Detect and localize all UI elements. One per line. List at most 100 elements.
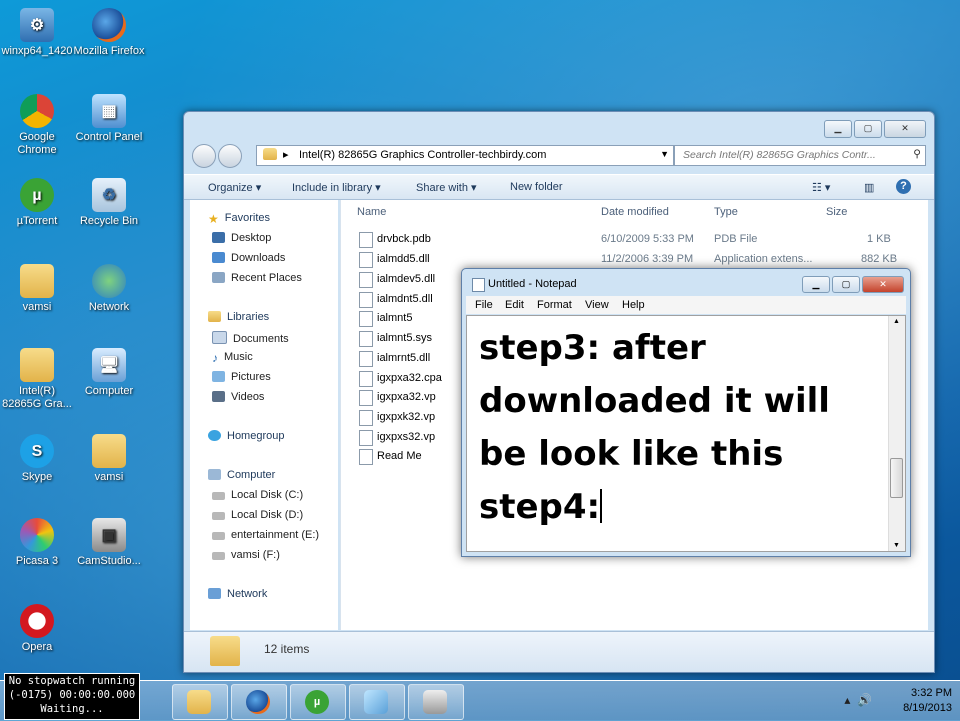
organize-button[interactable]: Organize ▾	[208, 181, 261, 194]
clock[interactable]: 3:32 PM 8/19/2013	[903, 686, 952, 716]
libraries-icon	[208, 311, 221, 322]
sys-file-icon	[359, 331, 373, 347]
scrollbar-thumb[interactable]	[890, 458, 903, 498]
computer-icon	[208, 469, 221, 480]
taskbar-firefox[interactable]	[231, 684, 287, 720]
nav-favorites[interactable]: ★ Favorites	[208, 212, 270, 226]
star-icon: ★	[208, 212, 219, 226]
desktop-icon-camstudio[interactable]: ▣ CamStudio...	[72, 518, 146, 568]
column-type[interactable]: Type	[714, 206, 738, 218]
desktop-icon-winxp64[interactable]: ⚙ winxp64_1420	[0, 8, 74, 58]
desktop-icon-network[interactable]: Network	[72, 264, 146, 314]
desktop-icon-recycle-bin[interactable]: ♻ Recycle Bin	[72, 178, 146, 228]
vertical-scrollbar[interactable]: ▲ ▼	[888, 316, 905, 551]
desktop-icon-vamsi-2[interactable]: vamsi	[72, 434, 146, 484]
scroll-down-icon[interactable]: ▼	[893, 542, 900, 549]
taskbar-camstudio[interactable]	[408, 684, 464, 720]
file-icon	[359, 371, 373, 387]
desktop-icon-control-panel[interactable]: ▦ Control Panel	[72, 94, 146, 144]
nav-entertainment-e[interactable]: entertainment (E:)	[212, 529, 319, 541]
nav-libraries[interactable]: Libraries	[208, 311, 269, 323]
nav-computer[interactable]: Computer	[208, 469, 275, 481]
maximize-button[interactable]: ▢	[854, 120, 882, 138]
file-icon	[359, 232, 373, 248]
desktop-icon-intel-folder[interactable]: Intel(R) 82865G Gra...	[0, 348, 74, 411]
file-row[interactable]: ialmdd5.dll 11/2/2006 3:39 PM Application …	[359, 251, 919, 269]
nav-local-disk-c[interactable]: Local Disk (C:)	[212, 489, 303, 501]
notepad-text-area[interactable]: step3: after downloaded it will be look …	[466, 315, 906, 552]
setup-icon: ⚙	[20, 8, 54, 42]
nav-vamsi-f[interactable]: vamsi (F:)	[212, 549, 280, 561]
help-icon[interactable]: ?	[896, 179, 911, 194]
folder-icon	[187, 690, 211, 714]
notepad-icon	[472, 278, 485, 292]
scroll-up-icon[interactable]: ▲	[893, 318, 900, 325]
chevron-down-icon[interactable]: ▼	[660, 149, 669, 159]
notepad-window[interactable]: Untitled - Notepad ▁ ▢ ✕ File Edit Forma…	[461, 268, 911, 557]
desktop-icon-vamsi[interactable]: vamsi	[0, 264, 74, 314]
nav-documents[interactable]: Documents	[212, 331, 289, 345]
system-tray-icons[interactable]: ▴ 🔊	[844, 693, 872, 707]
taskbar-notepad[interactable]	[349, 684, 405, 720]
nav-network[interactable]: Network	[208, 588, 267, 600]
nav-homegroup[interactable]: Homegroup	[208, 430, 284, 442]
menu-help[interactable]: Help	[622, 299, 645, 311]
text-caret	[600, 489, 603, 523]
column-size[interactable]: Size	[826, 206, 847, 218]
menu-view[interactable]: View	[585, 299, 609, 311]
close-button[interactable]: ✕	[884, 120, 926, 138]
nav-pictures[interactable]: Pictures	[212, 371, 271, 383]
menu-file[interactable]: File	[475, 299, 493, 311]
drive-icon	[212, 532, 225, 540]
dll-file-icon	[359, 292, 373, 308]
address-text: Intel(R) 82865G Graphics Controller-tech…	[299, 149, 547, 161]
firefox-icon	[246, 690, 270, 714]
view-options-icon[interactable]: ☷ ▾	[812, 181, 830, 194]
menu-edit[interactable]: Edit	[505, 299, 524, 311]
homegroup-icon	[208, 430, 221, 441]
address-bar[interactable]: ▸ Intel(R) 82865G Graphics Controller-te…	[256, 145, 674, 166]
file-row[interactable]: drvbck.pdb 6/10/2009 5:33 PM PDB File 1 KB	[359, 231, 919, 249]
desktop-icon-utorrent[interactable]: µ µTorrent	[0, 178, 74, 228]
chevron-right-icon: ▸	[283, 149, 289, 161]
desktop-icon-chrome[interactable]: Google Chrome	[0, 94, 74, 157]
dll-file-icon	[359, 351, 373, 367]
control-panel-icon: ▦	[92, 94, 126, 128]
minimize-button[interactable]: ▁	[824, 120, 852, 138]
column-date-modified[interactable]: Date modified	[601, 206, 669, 218]
close-button[interactable]: ✕	[862, 276, 904, 293]
preview-pane-icon[interactable]: ▥	[864, 181, 874, 194]
desktop-icon-skype[interactable]: S Skype	[0, 434, 74, 484]
back-button[interactable]	[192, 144, 216, 168]
nav-downloads[interactable]: Downloads	[212, 252, 285, 264]
nav-music[interactable]: ♪ Music	[212, 351, 253, 365]
new-folder-button[interactable]: New folder	[510, 181, 563, 193]
include-in-library-button[interactable]: Include in library ▾	[292, 181, 381, 194]
nav-local-disk-d[interactable]: Local Disk (D:)	[212, 509, 303, 521]
skype-icon: S	[20, 434, 54, 468]
desktop-icon-opera[interactable]: Opera	[0, 604, 74, 654]
details-pane: 12 items	[184, 631, 934, 672]
file-icon	[359, 410, 373, 426]
share-with-button[interactable]: Share with ▾	[416, 181, 477, 194]
nav-videos[interactable]: Videos	[212, 391, 264, 403]
nav-desktop[interactable]: Desktop	[212, 232, 271, 244]
desktop-icon-computer[interactable]: 🖥 Computer	[72, 348, 146, 398]
desktop-icon-firefox[interactable]: Mozilla Firefox	[72, 8, 146, 58]
menu-format[interactable]: Format	[537, 299, 572, 311]
taskbar-utorrent[interactable]: µ	[290, 684, 346, 720]
network-icon	[92, 264, 126, 298]
forward-button[interactable]	[218, 144, 242, 168]
minimize-button[interactable]: ▁	[802, 276, 830, 293]
search-input[interactable]: Search Intel(R) 82865G Graphics Contr...…	[674, 145, 926, 166]
firefox-icon	[92, 8, 126, 42]
search-icon: ⚲	[913, 148, 921, 160]
nav-recent-places[interactable]: Recent Places	[212, 272, 302, 284]
column-name[interactable]: Name	[357, 206, 386, 218]
desktop-icon-picasa[interactable]: Picasa 3	[0, 518, 74, 568]
navigation-pane: ★ Favorites Desktop Downloads Recent Plac…	[190, 200, 338, 630]
maximize-button[interactable]: ▢	[832, 276, 860, 293]
taskbar-explorer[interactable]	[172, 684, 228, 720]
folder-icon	[92, 434, 126, 468]
dll-file-icon	[359, 252, 373, 268]
